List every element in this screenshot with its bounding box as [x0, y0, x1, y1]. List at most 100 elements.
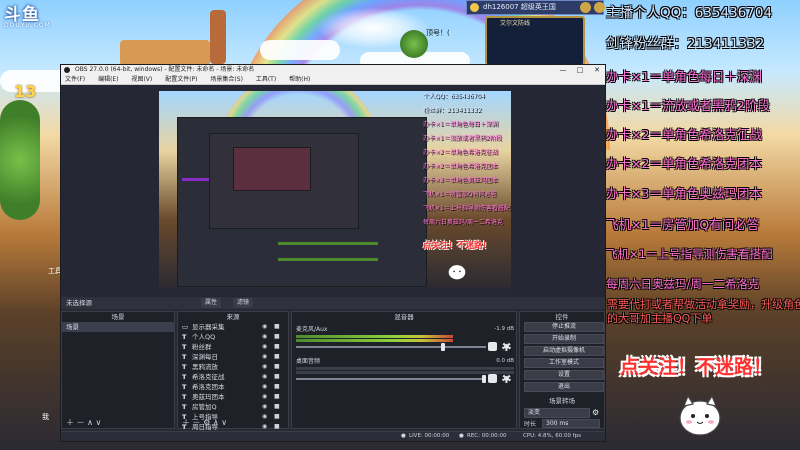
maximize-icon[interactable]: □: [572, 65, 588, 75]
menu-tools[interactable]: 工具(T): [256, 76, 276, 83]
source-item[interactable]: T 个人QQ ◉ ■: [178, 332, 288, 342]
volume-slider[interactable]: [296, 343, 486, 351]
source-item[interactable]: T 粉丝群 ◉ ■: [178, 342, 288, 352]
virtual-camera-button[interactable]: 启动虚拟摄像机: [524, 346, 604, 356]
visibility-eye-icon[interactable]: ◉: [262, 324, 268, 330]
visibility-eye-icon[interactable]: ◉: [262, 384, 268, 390]
speaker-icon[interactable]: [488, 342, 497, 351]
audio-mixer-panel: 混音器 麦克风/Aux -1.9 dB 桌面音频 0.0 dB: [291, 311, 517, 429]
visibility-eye-icon[interactable]: ◉: [262, 364, 268, 370]
obs-logo-icon: [64, 67, 70, 73]
transition-settings-icon[interactable]: ⚙: [592, 408, 599, 417]
obs-status-bar: ● LIVE: 00:00:00 ● REC: 00:00:00 CPU: 4.…: [61, 431, 605, 441]
scenes-footer: ＋ － ∧ ∨: [62, 418, 174, 428]
duration-input[interactable]: 300 ms: [542, 419, 600, 428]
gear-icon[interactable]: [502, 374, 511, 383]
menu-file[interactable]: 文件(F): [65, 76, 85, 83]
visibility-eye-icon[interactable]: ◉: [262, 374, 268, 380]
gear-icon[interactable]: [502, 342, 511, 351]
tree: [0, 100, 40, 220]
cloud: [260, 40, 340, 60]
settings-icon[interactable]: [594, 2, 605, 13]
source-name: 希洛克团本: [192, 383, 225, 391]
preview-overlay-follow: 点关注！不迷路！: [423, 241, 492, 251]
source-item[interactable]: T 奥兹玛团本 ◉ ■: [178, 392, 288, 402]
castle-building: [120, 40, 210, 66]
lock-icon[interactable]: ■: [274, 374, 280, 380]
start-recording-button[interactable]: 开始录制: [524, 334, 604, 344]
lock-icon[interactable]: ■: [274, 324, 280, 330]
game-hint-text: 顶号！(: [426, 29, 450, 37]
lock-icon[interactable]: ■: [274, 364, 280, 370]
exit-button[interactable]: 退出: [524, 382, 604, 392]
obs-title-text: OBS 27.0.0 (64-bit, windows) - 配置文件: 未命名…: [75, 66, 255, 73]
move-up-icon[interactable]: ∧: [87, 418, 93, 427]
source-item[interactable]: T 深渊每日 ◉ ■: [178, 352, 288, 362]
source-item[interactable]: ▭ 显示器采集 ◉ ■: [178, 322, 288, 332]
sources-title: 来源: [226, 313, 240, 321]
studio-mode-button[interactable]: 工作室模式: [524, 358, 604, 368]
filters-button[interactable]: 滤镜: [233, 298, 254, 308]
remove-scene-icon[interactable]: －: [77, 418, 85, 427]
volume-knob[interactable]: [441, 343, 446, 351]
obs-window[interactable]: OBS 27.0.0 (64-bit, windows) - 配置文件: 未命名…: [60, 64, 606, 442]
menu-profile[interactable]: 配置文件(P): [165, 76, 197, 83]
menu-view[interactable]: 视图(V): [131, 76, 152, 83]
source-settings-icon[interactable]: ⚙: [203, 418, 210, 427]
cat-mascot-icon: [679, 394, 721, 436]
scenes-title: 场景: [111, 313, 125, 321]
overlay-notice: 需要代打或者帮做活动拿奖励，升级角色的大哥加主播QQ下单: [607, 298, 800, 325]
stop-streaming-button[interactable]: 停止推流: [524, 322, 604, 332]
visibility-eye-icon[interactable]: ◉: [262, 354, 268, 360]
lock-icon[interactable]: ■: [274, 354, 280, 360]
source-item[interactable]: T 希洛克团本 ◉ ■: [178, 382, 288, 392]
visibility-eye-icon[interactable]: ◉: [262, 344, 268, 350]
sources-panel: 来源 ▭ 显示器采集 ◉ ■ T 个人QQ ◉ ■ T 粉丝群 ◉ ■ T 深渊每日 ◉ ■ T 黑鸦流放 ◉ ■ T 希…: [177, 311, 289, 431]
lock-icon[interactable]: ■: [274, 344, 280, 350]
transition-select[interactable]: 淡变: [524, 408, 590, 418]
text-source-icon: T: [182, 403, 187, 411]
source-item[interactable]: T 黑鸦流放 ◉ ■: [178, 362, 288, 372]
add-scene-icon[interactable]: ＋: [66, 418, 74, 427]
move-up-icon[interactable]: ∧: [213, 418, 219, 427]
obs-preview[interactable]: 个人QQ：635436704 粉丝群：213411332 办卡×1＝单角色每日＋…: [159, 91, 511, 289]
overlay-item: 飞机×1＝房管加Q有问必答: [606, 217, 760, 232]
controls-panel: 控件 停止推流 开始录制 启动虚拟摄像机 工作室模式 设置 退出 场景转场 淡变…: [519, 311, 605, 429]
visibility-eye-icon[interactable]: ◉: [262, 404, 268, 410]
volume-knob[interactable]: [482, 375, 486, 383]
cpu-fps: CPU: 4.8%, 60.00 fps: [523, 433, 582, 439]
lock-icon[interactable]: ■: [274, 334, 280, 340]
preview-overlay-item: 办卡×2＝单角色希洛克团本: [423, 163, 498, 170]
move-down-icon[interactable]: ∨: [221, 418, 227, 427]
properties-button[interactable]: 属性: [201, 298, 222, 308]
visibility-eye-icon[interactable]: ◉: [262, 394, 268, 400]
speaker-icon[interactable]: [488, 374, 497, 383]
move-down-icon[interactable]: ∨: [96, 418, 102, 427]
source-item[interactable]: T 希洛克征战 ◉ ■: [178, 372, 288, 382]
volume-slider[interactable]: [296, 375, 486, 383]
scenes-panel: 场景 场景 ＋ － ∧ ∨: [61, 311, 175, 429]
source-item[interactable]: T 房管加Q ◉ ■: [178, 402, 288, 412]
remove-source-icon[interactable]: －: [193, 418, 201, 427]
minimize-icon[interactable]: —: [555, 65, 571, 75]
settings-button[interactable]: 设置: [524, 370, 604, 380]
menu-help[interactable]: 帮助(H): [289, 76, 310, 83]
overlay-item: 办卡×1＝流放或者黑鸦2阶段: [606, 98, 770, 113]
add-source-icon[interactable]: ＋: [182, 418, 190, 427]
mail-icon[interactable]: [580, 2, 591, 13]
obs-title-bar[interactable]: OBS 27.0.0 (64-bit, windows) - 配置文件: 未命名…: [61, 65, 605, 75]
nested-obs-window: [233, 147, 311, 191]
menu-edit[interactable]: 编辑(E): [98, 76, 118, 83]
visibility-eye-icon[interactable]: ◉: [262, 334, 268, 340]
preview-overlay: 个人QQ：635436704 粉丝群：213411332 办卡×1＝单角色每日＋…: [423, 91, 511, 289]
close-icon[interactable]: ✕: [589, 65, 605, 75]
preview-cat-icon: [448, 265, 466, 280]
lock-icon[interactable]: ■: [274, 394, 280, 400]
menu-scene-collection[interactable]: 场景集合(S): [210, 76, 243, 83]
douyu-logo: 斗鱼 DOUYU.COM: [4, 0, 60, 30]
scene-item[interactable]: 场景: [62, 322, 174, 332]
lock-icon[interactable]: ■: [274, 404, 280, 410]
lock-icon[interactable]: ■: [274, 384, 280, 390]
duration-label: 时长: [524, 421, 537, 428]
rec-status-icon: ●: [459, 433, 464, 439]
